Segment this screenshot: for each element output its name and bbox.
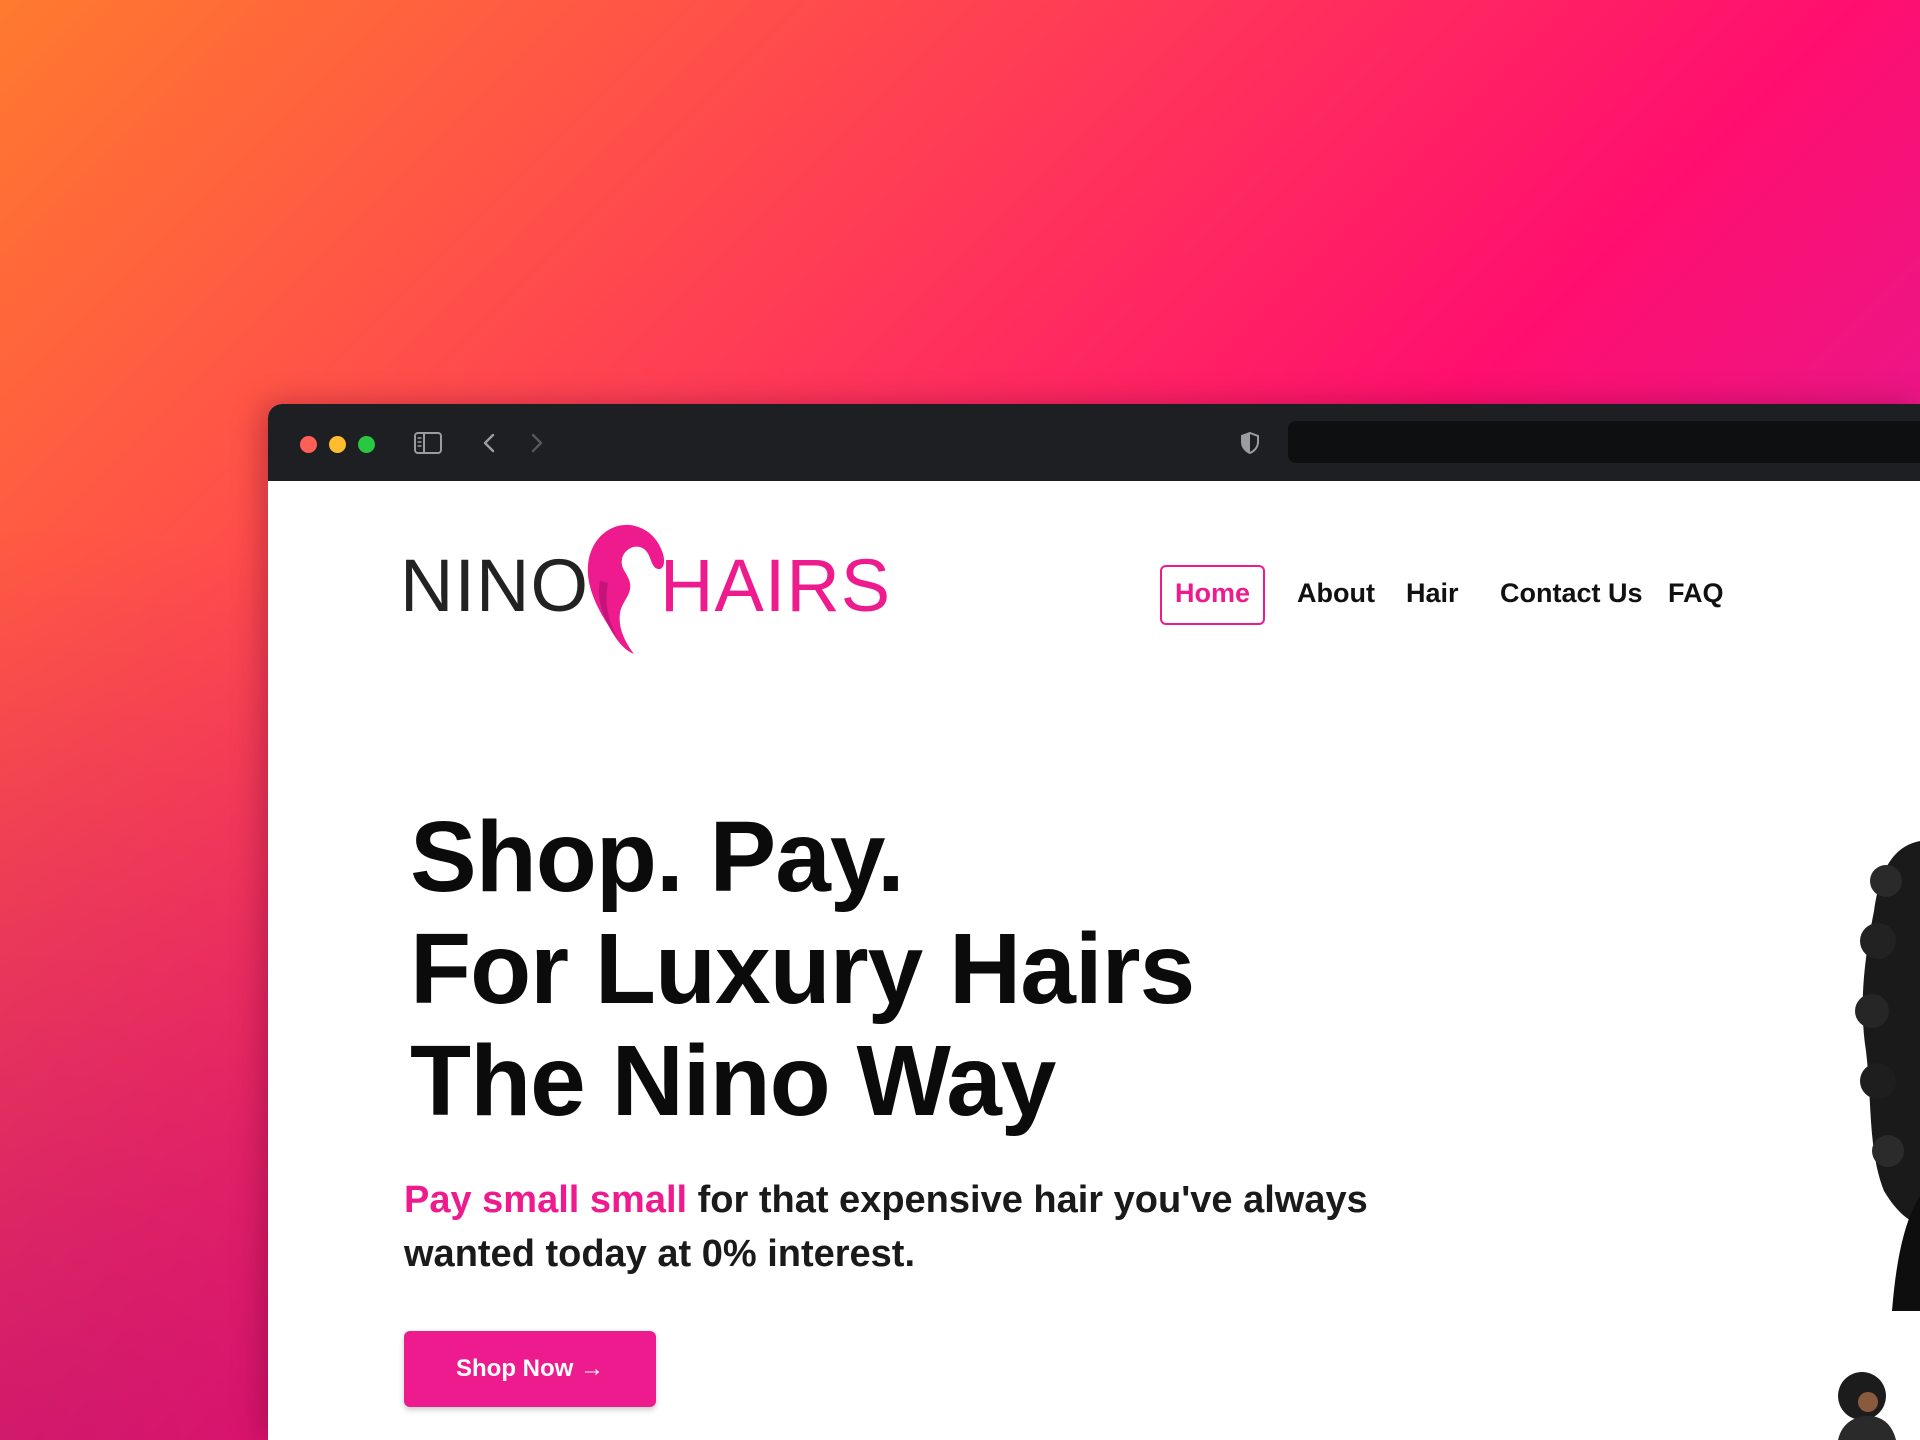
chevron-right-icon[interactable] <box>524 431 548 455</box>
web-page: NINO HAIRS Home About Hair Contact Us FA… <box>268 481 1920 1440</box>
hero-model-image <box>1808 801 1920 1311</box>
logo-text-right: HAIRS <box>660 544 892 627</box>
shield-icon[interactable] <box>1238 431 1262 455</box>
hero-subtitle: Pay small small for that expensive hair … <box>404 1173 1404 1281</box>
browser-toolbar <box>268 404 1920 482</box>
brand-logo[interactable]: NINO HAIRS <box>400 521 890 661</box>
shop-now-button[interactable]: Shop Now → <box>404 1331 656 1407</box>
nav-contact-us[interactable]: Contact Us <box>1500 565 1643 621</box>
hero-subtitle-accent: Pay small small <box>404 1179 688 1221</box>
hero-subtitle-text: wanted today at 0% interest. <box>404 1233 916 1275</box>
hero-title-line: Shop. Pay. <box>410 801 905 913</box>
nav-home[interactable]: Home <box>1160 565 1266 625</box>
logo-text-left: NINO <box>400 544 589 627</box>
nav-about[interactable]: About <box>1297 565 1375 621</box>
close-window-button[interactable] <box>300 436 317 453</box>
hero-subtitle-text: for that expensive hair you've always <box>687 1179 1368 1221</box>
chevron-left-icon[interactable] <box>478 431 502 455</box>
thumbnail-image <box>1808 1366 1920 1440</box>
address-bar[interactable] <box>1288 421 1920 463</box>
nav-hair[interactable]: Hair <box>1406 565 1459 621</box>
hair-silhouette-icon <box>587 524 665 654</box>
maximize-window-button[interactable] <box>358 436 375 453</box>
hero-title: Shop. Pay. For Luxury Hairs The Nino Way <box>410 801 1310 1137</box>
minimize-window-button[interactable] <box>329 436 346 453</box>
sidebar-icon[interactable] <box>414 432 442 454</box>
nav-faq[interactable]: FAQ <box>1668 565 1724 621</box>
hero-title-line: The Nino Way <box>410 1025 1056 1137</box>
browser-window: NINO HAIRS Home About Hair Contact Us FA… <box>268 404 1920 1440</box>
hero-title-line: For Luxury Hairs <box>410 913 1195 1025</box>
